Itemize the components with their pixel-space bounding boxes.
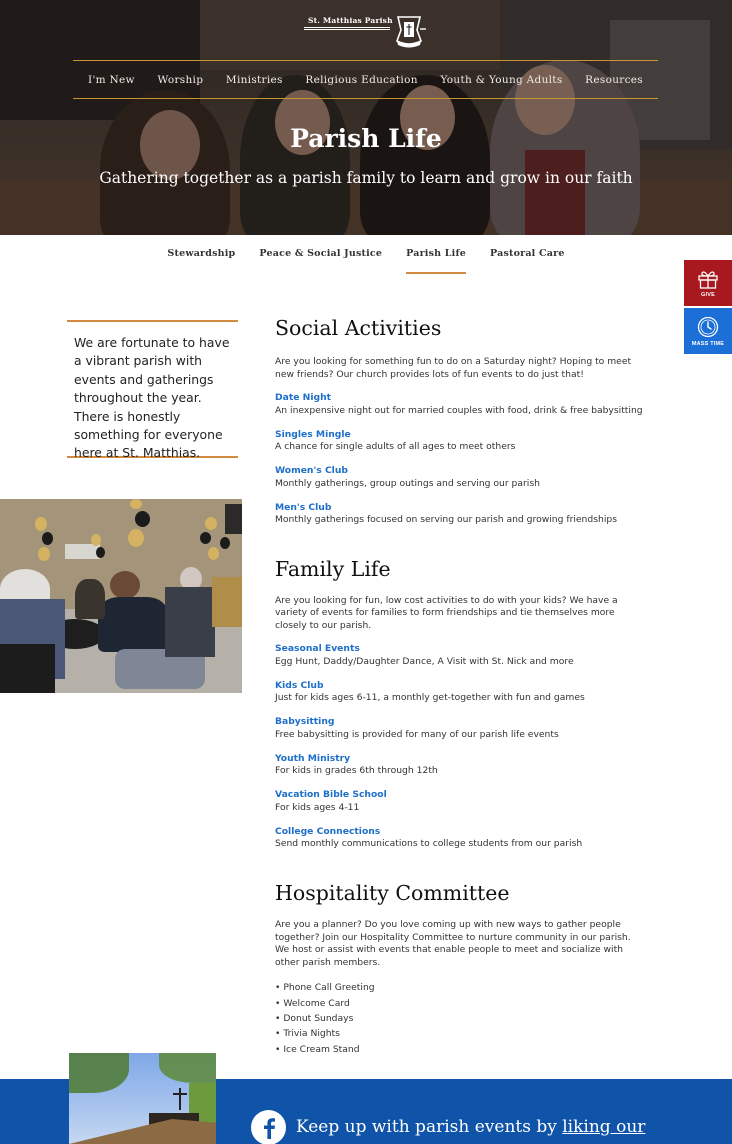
nav-resources[interactable]: Resources: [585, 74, 643, 86]
hospitality-committee-section: Hospitality Committee Are you a planner?…: [275, 881, 645, 1057]
mass-time-button[interactable]: MASS TIME: [684, 308, 732, 354]
subnav-parish-life[interactable]: Parish Life: [406, 236, 466, 276]
vacation-bible-school-link[interactable]: Vacation Bible School: [275, 789, 645, 802]
subnav-peace-social-justice[interactable]: Peace & Social Justice: [259, 236, 382, 276]
nav-youth-young-adults[interactable]: Youth & Young Adults: [440, 74, 562, 86]
church-emblem-icon: [396, 16, 426, 48]
mens-club-link[interactable]: Men's Club: [275, 502, 645, 515]
facebook-cta-text: Keep up with parish events by: [296, 1117, 563, 1137]
item-description: For kids ages 4-11: [275, 801, 360, 813]
facebook-f-glyph: [263, 1117, 275, 1139]
intro-callout: We are fortunate to have a vibrant paris…: [67, 320, 238, 460]
date-night-link[interactable]: Date Night: [275, 392, 645, 405]
nav-worship[interactable]: Worship: [157, 74, 203, 86]
list-item: Date Night An inexpensive night out for …: [275, 392, 645, 417]
clock-icon: [697, 316, 719, 337]
hero-banner: St. Matthias Parish I'm New Worship Mini…: [0, 0, 732, 235]
family-life-heading: Family Life: [275, 556, 391, 581]
list-item: • Phone Call Greeting: [275, 982, 375, 994]
family-life-section: Family Life Are you looking for fun, low…: [275, 557, 645, 851]
item-description: Monthly gatherings, group outings and se…: [275, 477, 540, 489]
parish-logo[interactable]: St. Matthias Parish: [304, 12, 430, 50]
list-item: • Trivia Nights: [275, 1028, 340, 1040]
page-title: Parish Life: [290, 124, 442, 153]
item-description: A chance for single adults of all ages t…: [275, 441, 516, 453]
mass-time-label: MASS TIME: [691, 340, 725, 347]
list-item: College Connections Send monthly communi…: [275, 826, 645, 851]
parish-event-photo: [0, 499, 242, 693]
list-item: Women's Club Monthly gatherings, group o…: [275, 465, 645, 490]
page-subtitle: Gathering together as a parish family to…: [99, 169, 633, 187]
subnav-stewardship[interactable]: Stewardship: [167, 236, 235, 276]
list-item: Vacation Bible School For kids ages 4-11: [275, 789, 645, 814]
logo-line: [304, 27, 390, 30]
youth-ministry-link[interactable]: Youth Ministry: [275, 753, 645, 766]
main-content: Social Activities Are you looking for so…: [275, 316, 645, 1057]
list-item: • Ice Cream Stand: [275, 1043, 360, 1055]
social-activities-intro: Are you looking for something fun to do …: [275, 356, 632, 380]
item-description: For kids in grades 6th through 12th: [275, 765, 438, 777]
facebook-like-link[interactable]: liking our: [562, 1117, 645, 1137]
item-description: Just for kids ages 6-11, a monthly get-t…: [275, 692, 585, 704]
seasonal-events-link[interactable]: Seasonal Events: [275, 643, 645, 656]
nav-ministries[interactable]: Ministries: [226, 74, 283, 86]
babysitting-link[interactable]: Babysitting: [275, 716, 645, 729]
list-item: • Donut Sundays: [275, 1012, 354, 1024]
item-description: Egg Hunt, Daddy/Daughter Dance, A Visit …: [275, 655, 574, 667]
logo-text: St. Matthias Parish: [308, 16, 393, 25]
callout-text: We are fortunate to have a vibrant paris…: [74, 335, 230, 461]
item-description: Monthly gatherings focused on serving ou…: [275, 514, 617, 526]
social-activities-section: Social Activities Are you looking for so…: [275, 316, 645, 527]
item-description: Send monthly communications to college s…: [275, 838, 583, 850]
main-nav: I'm New Worship Ministries Religious Edu…: [73, 60, 658, 99]
social-activities-heading: Social Activities: [275, 316, 442, 340]
womens-club-link[interactable]: Women's Club: [275, 465, 645, 478]
subnav-pastoral-care[interactable]: Pastoral Care: [490, 236, 565, 276]
item-description: An inexpensive night out for married cou…: [275, 404, 643, 416]
list-item: Babysitting Free babysitting is provided…: [275, 716, 645, 741]
item-description: Free babysitting is provided for many of…: [275, 728, 559, 740]
gift-icon: [698, 270, 718, 289]
church-photo: [69, 1053, 216, 1144]
facebook-icon[interactable]: [251, 1110, 286, 1144]
list-item: Seasonal Events Egg Hunt, Daddy/Daughter…: [275, 643, 645, 668]
nav-religious-education[interactable]: Religious Education: [305, 74, 417, 86]
family-life-intro: Are you looking for fun, low cost activi…: [275, 594, 618, 631]
list-item: Singles Mingle A chance for single adult…: [275, 429, 645, 454]
give-label: GIVE: [701, 291, 715, 298]
singles-mingle-link[interactable]: Singles Mingle: [275, 429, 645, 442]
hospitality-committee-heading: Hospitality Committee: [275, 880, 510, 905]
give-button[interactable]: GIVE: [684, 260, 732, 306]
section-subnav: Stewardship Peace & Social Justice Paris…: [0, 236, 732, 276]
facebook-cta: Keep up with parish events by liking our: [296, 1117, 645, 1137]
list-item: Kids Club Just for kids ages 6-11, a mon…: [275, 680, 645, 705]
hospitality-committee-intro: Are you a planner? Do you love coming up…: [275, 918, 631, 968]
hospitality-list: • Phone Call Greeting • Welcome Card • D…: [275, 980, 645, 1056]
kids-club-link[interactable]: Kids Club: [275, 680, 645, 693]
college-connections-link[interactable]: College Connections: [275, 826, 645, 839]
nav-im-new[interactable]: I'm New: [88, 74, 135, 86]
list-item: • Welcome Card: [275, 997, 350, 1009]
list-item: Men's Club Monthly gatherings focused on…: [275, 502, 645, 527]
list-item: Youth Ministry For kids in grades 6th th…: [275, 753, 645, 778]
